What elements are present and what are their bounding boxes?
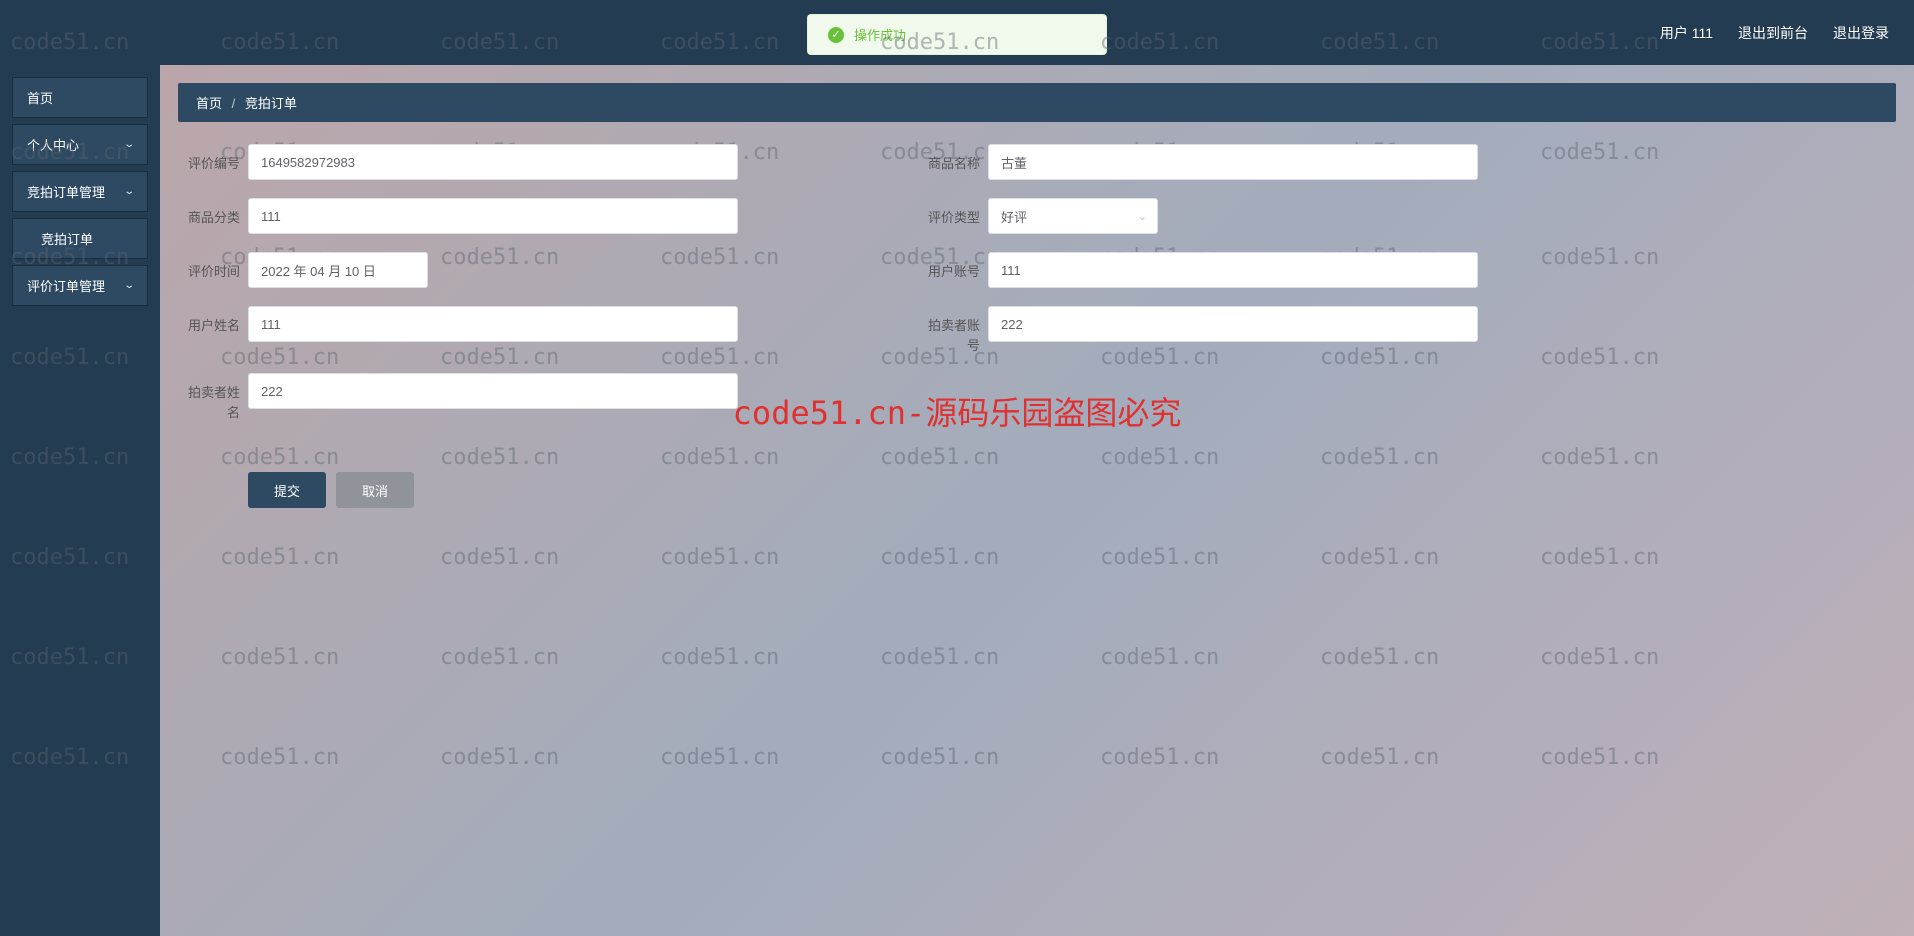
breadcrumb-separator: / [232, 96, 236, 111]
input-review-no[interactable] [248, 144, 738, 180]
chevron-down-icon: ⌄ [123, 139, 135, 150]
sidebar-item-home[interactable]: 首页 [12, 77, 148, 118]
submit-button[interactable]: 提交 [248, 472, 326, 508]
select-review-type[interactable]: 好评 ⌄ [988, 198, 1158, 234]
breadcrumb-home[interactable]: 首页 [196, 96, 222, 111]
select-value: 好评 [1001, 207, 1027, 226]
label-review-no: 评价编号 [178, 144, 240, 174]
sidebar-item-label: 首页 [27, 88, 53, 107]
label-product-category: 商品分类 [178, 198, 240, 228]
label-user-account: 用户账号 [918, 252, 980, 282]
main-container: 首页 个人中心 ⌄ 竞拍订单管理 ⌄ 竞拍订单 评价订单管理 ⌄ 首页 / 竞拍… [0, 65, 1914, 936]
input-product-name[interactable] [988, 144, 1478, 180]
label-seller-account: 拍卖者账号 [918, 306, 980, 355]
sidebar-item-label: 竞拍订单 [41, 229, 93, 248]
sidebar: 首页 个人中心 ⌄ 竞拍订单管理 ⌄ 竞拍订单 评价订单管理 ⌄ [0, 65, 160, 936]
success-toast: ✓ 操作成功 [807, 14, 1107, 55]
sidebar-item-personal-center[interactable]: 个人中心 ⌄ [12, 124, 148, 165]
input-seller-account[interactable] [988, 306, 1478, 342]
back-to-front-link[interactable]: 退出到前台 [1738, 23, 1808, 43]
label-user-name: 用户姓名 [178, 306, 240, 336]
label-product-name: 商品名称 [918, 144, 980, 174]
input-user-account[interactable] [988, 252, 1478, 288]
chevron-down-icon: ⌄ [1138, 210, 1147, 223]
input-seller-name[interactable] [248, 373, 738, 409]
input-product-category[interactable] [248, 198, 738, 234]
label-seller-name: 拍卖者姓名 [178, 373, 240, 422]
user-label[interactable]: 用户 111 [1660, 23, 1713, 43]
content-area: 首页 / 竞拍订单 评价编号 商品名称 商品分 [160, 65, 1914, 936]
form-area: 评价编号 商品名称 商品分类 评价类型 [178, 122, 1896, 508]
chevron-down-icon: ⌄ [123, 280, 135, 291]
cancel-button[interactable]: 取消 [336, 472, 414, 508]
input-user-name[interactable] [248, 306, 738, 342]
toast-text: 操作成功 [854, 25, 906, 44]
sidebar-item-auction-order-mgmt[interactable]: 竞拍订单管理 ⌄ [12, 171, 148, 212]
success-check-icon: ✓ [828, 27, 844, 43]
breadcrumb: 首页 / 竞拍订单 [178, 83, 1896, 122]
sidebar-item-review-order-mgmt[interactable]: 评价订单管理 ⌄ [12, 265, 148, 306]
sidebar-item-label: 个人中心 [27, 135, 79, 154]
sidebar-item-label: 竞拍订单管理 [27, 182, 105, 201]
logout-link[interactable]: 退出登录 [1833, 23, 1889, 43]
label-review-type: 评价类型 [918, 198, 980, 228]
input-review-time[interactable] [248, 252, 428, 288]
sidebar-item-label: 评价订单管理 [27, 276, 105, 295]
chevron-down-icon: ⌄ [123, 186, 135, 197]
label-review-time: 评价时间 [178, 252, 240, 282]
breadcrumb-current: 竞拍订单 [245, 96, 297, 111]
sidebar-item-auction-order[interactable]: 竞拍订单 [12, 218, 148, 259]
